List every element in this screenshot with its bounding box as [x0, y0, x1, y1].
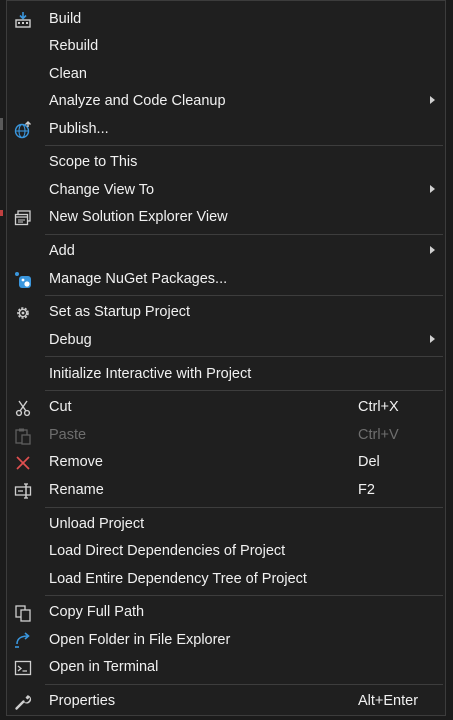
menu-item-label: Build [49, 11, 82, 27]
menu-item-label: Manage NuGet Packages... [49, 271, 228, 287]
menu-item-rebuild[interactable]: Rebuild [7, 33, 445, 60]
menu-item-analyze-code-cleanup[interactable]: Analyze and Code Cleanup [7, 88, 445, 115]
menu-item-shortcut: Alt+Enter [358, 693, 419, 709]
menu-item-build[interactable]: Build [7, 6, 445, 33]
menu-item-label: Add [49, 243, 75, 259]
menu-item-clean[interactable]: Clean [7, 61, 445, 88]
menu-separator [45, 390, 443, 391]
context-menu: Build Rebuild Clean Analyze and Code Cle… [6, 0, 446, 716]
menu-item-open-in-terminal[interactable]: Open in Terminal [7, 654, 445, 681]
background-edge-mark [0, 118, 3, 130]
menu-item-label: Change View To [49, 182, 155, 198]
menu-item-label: Publish... [49, 121, 109, 137]
menu-item-properties[interactable]: Properties Alt+Enter [7, 688, 445, 715]
publish-globe-icon [13, 120, 33, 140]
menu-item-label: Initialize Interactive with Project [49, 366, 252, 382]
menu-item-debug[interactable]: Debug [7, 327, 445, 354]
menu-separator [45, 684, 443, 685]
menu-item-label: Clean [49, 66, 87, 82]
menu-item-new-solution-explorer-view[interactable]: New Solution Explorer View [7, 204, 445, 231]
menu-separator [45, 234, 443, 235]
folder-arrow-icon [13, 631, 33, 651]
clipboard-icon [13, 426, 33, 446]
menu-item-label: Load Direct Dependencies of Project [49, 543, 286, 559]
nuget-icon [13, 270, 33, 290]
menu-item-manage-nuget-packages[interactable]: Manage NuGet Packages... [7, 266, 445, 293]
menu-separator [45, 507, 443, 508]
menu-separator [45, 595, 443, 596]
menu-item-shortcut: Ctrl+X [358, 399, 399, 415]
new-window-icon [13, 208, 33, 228]
build-icon [13, 10, 33, 30]
menu-item-label: Load Entire Dependency Tree of Project [49, 571, 307, 587]
menu-item-publish[interactable]: Publish... [7, 116, 445, 143]
menu-item-label: Open Folder in File Explorer [49, 632, 231, 648]
menu-item-add[interactable]: Add [7, 238, 445, 265]
menu-separator [45, 356, 443, 357]
wrench-icon [13, 692, 33, 712]
menu-item-label: Paste [49, 427, 87, 443]
copy-icon [13, 603, 33, 623]
background-edge-mark [0, 210, 3, 216]
menu-item-initialize-interactive[interactable]: Initialize Interactive with Project [7, 361, 445, 388]
menu-item-label: Rebuild [49, 38, 99, 54]
menu-item-label: Rename [49, 482, 104, 498]
menu-item-label: Analyze and Code Cleanup [49, 93, 226, 109]
menu-item-label: Remove [49, 454, 103, 470]
close-x-icon [13, 453, 33, 473]
menu-item-copy-full-path[interactable]: Copy Full Path [7, 599, 445, 626]
menu-item-paste: Paste Ctrl+V [7, 422, 445, 449]
terminal-icon [13, 658, 33, 678]
menu-item-rename[interactable]: Rename F2 [7, 477, 445, 504]
menu-item-cut[interactable]: Cut Ctrl+X [7, 394, 445, 421]
menu-item-shortcut: F2 [358, 482, 375, 498]
menu-separator [45, 295, 443, 296]
menu-item-unload-project[interactable]: Unload Project [7, 511, 445, 538]
menu-separator [45, 145, 443, 146]
menu-item-set-as-startup-project[interactable]: Set as Startup Project [7, 299, 445, 326]
submenu-arrow-icon [430, 335, 435, 343]
menu-item-label: Unload Project [49, 516, 145, 532]
submenu-arrow-icon [430, 246, 435, 254]
submenu-arrow-icon [430, 96, 435, 104]
menu-item-load-entire-dependency-tree[interactable]: Load Entire Dependency Tree of Project [7, 566, 445, 593]
menu-item-scope-to-this[interactable]: Scope to This [7, 149, 445, 176]
menu-item-label: Cut [49, 399, 72, 415]
menu-item-change-view-to[interactable]: Change View To [7, 177, 445, 204]
menu-item-label: Open in Terminal [49, 659, 159, 675]
menu-item-shortcut: Del [358, 454, 380, 470]
rename-icon [13, 481, 33, 501]
menu-item-label: Set as Startup Project [49, 304, 191, 320]
menu-item-label: New Solution Explorer View [49, 209, 228, 225]
menu-item-label: Copy Full Path [49, 604, 145, 620]
submenu-arrow-icon [430, 185, 435, 193]
scissors-icon [13, 398, 33, 418]
menu-item-open-folder-in-file-explorer[interactable]: Open Folder in File Explorer [7, 627, 445, 654]
menu-item-remove[interactable]: Remove Del [7, 449, 445, 476]
menu-item-label: Debug [49, 332, 92, 348]
menu-item-label: Scope to This [49, 154, 138, 170]
gear-icon [13, 303, 33, 323]
menu-item-label: Properties [49, 693, 116, 709]
menu-item-load-direct-dependencies[interactable]: Load Direct Dependencies of Project [7, 538, 445, 565]
menu-item-shortcut: Ctrl+V [358, 427, 399, 443]
